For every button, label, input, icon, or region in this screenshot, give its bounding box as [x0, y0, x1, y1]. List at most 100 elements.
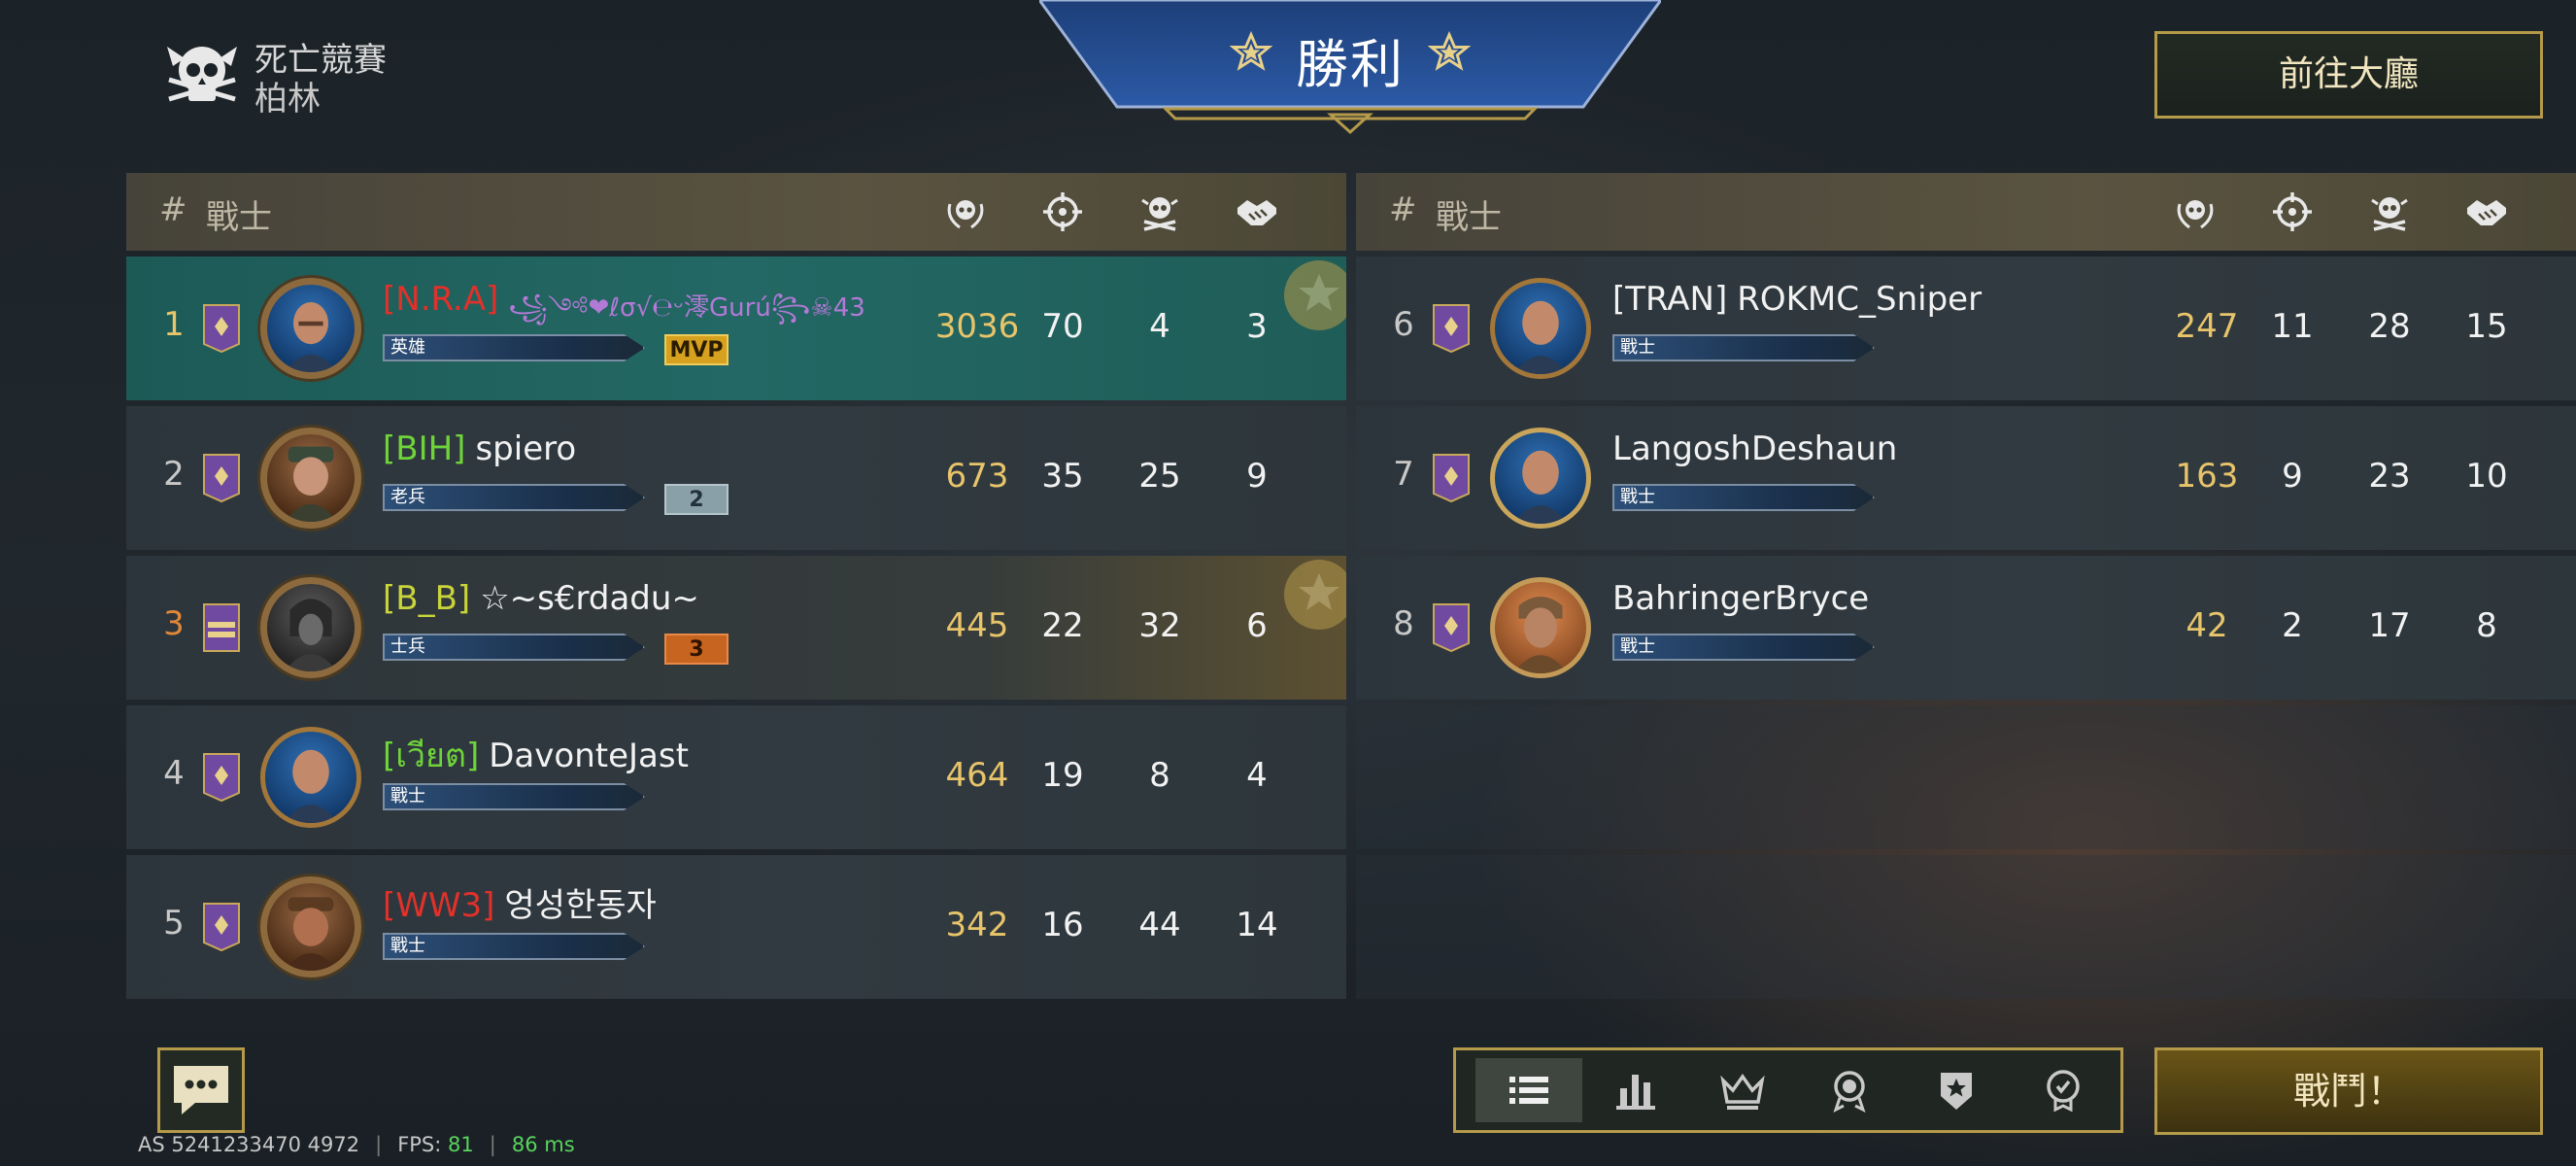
assists-value: 10 [2465, 457, 2508, 496]
go-to-lobby-button[interactable]: 前往大廳 [2154, 31, 2543, 119]
player-name: [WW3] 엉성한동자 [383, 878, 657, 926]
kills-value: 16 [1041, 906, 1084, 944]
gold-medal-icon [1284, 260, 1346, 330]
player-name: [B_B] ☆~s€rdadu~ [383, 579, 699, 618]
laurel-skull-icon [2177, 200, 2214, 229]
tab-stats[interactable] [1582, 1058, 1689, 1122]
warrior-column-header: 戰士 [206, 198, 272, 237]
fps-label: FPS: [397, 1133, 442, 1156]
chat-button[interactable] [157, 1047, 245, 1133]
title-progress-bar: 士兵 [383, 634, 645, 661]
victory-banner: 勝利 [1039, 0, 1661, 136]
avatar [1490, 577, 1591, 678]
skull-icon [167, 47, 237, 102]
deaths-value: 23 [2368, 457, 2411, 496]
skull-crossbones-icon [2371, 197, 2408, 231]
score-value: 445 [945, 606, 1009, 645]
assists-value: 4 [1246, 756, 1268, 795]
rank-number: 8 [1393, 604, 1414, 643]
score-value: 3036 [934, 307, 1020, 346]
bar-chart-icon [1616, 1075, 1655, 1110]
tab-rankings[interactable] [1689, 1058, 1796, 1122]
player-row[interactable]: 4 [เวียต] DavonteJast 戰士 464 19 8 4 [126, 705, 1346, 849]
avatar [1490, 278, 1591, 379]
player-nickname: LangoshDeshaun [1612, 429, 1898, 468]
assists-value: 8 [2476, 606, 2497, 645]
empty-row [1356, 855, 2576, 999]
rank-number: 4 [163, 754, 185, 793]
player-nickname: BahringerBryce [1612, 579, 1870, 618]
rank-number: 6 [1393, 305, 1414, 344]
player-row[interactable]: 3 [B_B] ☆~s€rdadu~ 士兵 3 445 22 32 6 [126, 556, 1346, 700]
mode-info: 死亡競賽 柏林 [165, 27, 534, 119]
player-name: BahringerBryce [1612, 579, 1869, 618]
kills-value: 19 [1041, 756, 1084, 795]
ping-value: 86 ms [511, 1133, 575, 1156]
deaths-value: 32 [1138, 606, 1181, 645]
tab-medals[interactable] [1796, 1058, 1903, 1122]
score-value: 673 [945, 457, 1009, 496]
kills-value: 70 [1041, 307, 1084, 346]
warrior-column-header: 戰士 [1436, 198, 1502, 237]
clan-tag: [BIH] [383, 429, 466, 468]
rank-badge-icon [203, 603, 240, 652]
account-id: AS 5241233470 4972 [138, 1133, 360, 1156]
player-row[interactable]: 2 [BIH] spiero 老兵 2 673 35 25 9 [126, 406, 1346, 550]
rank-badge-icon [203, 304, 240, 354]
kills-value: 22 [1041, 606, 1084, 645]
player-nickname: spiero [475, 429, 577, 468]
fps-value: 81 [448, 1133, 474, 1156]
map-name: 柏林 [254, 80, 321, 119]
player-row[interactable]: 6 [TRAN] ROKMC_Sniper 戰士 247 11 28 15 [1356, 257, 2576, 400]
player-nickname: ☆~s€rdadu~ [480, 579, 699, 618]
footer-info: AS 5241233470 4972 | FPS: 81 | 86 ms [138, 1133, 575, 1156]
kills-value: 9 [2282, 457, 2303, 496]
placement-badge: 3 [664, 634, 729, 665]
kills-value: 11 [2271, 307, 2314, 346]
player-name: LangoshDeshaun [1612, 429, 1897, 468]
crosshair-icon [2273, 192, 2312, 231]
kills-value: 35 [1041, 457, 1084, 496]
battle-button[interactable]: 戰鬥！ [2154, 1047, 2543, 1135]
tab-awards[interactable] [2010, 1058, 2117, 1122]
player-name: [BIH] spiero [383, 429, 576, 468]
rank-number: 3 [163, 604, 185, 643]
player-nickname: DavonteJast [489, 737, 689, 775]
star-icon [1428, 31, 1471, 71]
score-value: 247 [2175, 307, 2239, 346]
team-left-scoreboard: # 戰士 1 [N.R.A] ꧁༺❤ℓσ√℮ᵕ澪Gurú꧂☠43 英雄 MVP … [126, 173, 1346, 999]
award-icon [2047, 1070, 2080, 1113]
rank-badge-icon [1433, 603, 1470, 653]
team-right-scoreboard: # 戰士 6 [TRAN] ROKMC_Sniper 戰士 247 11 28 … [1356, 173, 2576, 999]
player-row[interactable]: 1 [N.R.A] ꧁༺❤ℓσ√℮ᵕ澪Gurú꧂☠43 英雄 MVP 3036 7… [126, 257, 1346, 400]
rank-column-header: # [1389, 190, 1417, 229]
rank-column-header: # [159, 190, 187, 229]
clan-tag: [เวียต] [383, 737, 480, 775]
handshake-icon [1237, 200, 1276, 225]
tab-badges[interactable] [1903, 1058, 2010, 1122]
player-row[interactable]: 7 LangoshDeshaun 戰士 163 9 23 10 [1356, 406, 2576, 550]
result-tabs [1453, 1047, 2123, 1133]
title-progress-bar: 戰士 [1612, 484, 1875, 511]
rank-badge-icon [1433, 304, 1470, 354]
player-nickname: ꧁༺❤ℓσ√℮ᵕ澪Gurú꧂☠43 [508, 293, 865, 323]
kills-value: 2 [2282, 606, 2303, 645]
avatar [260, 876, 361, 977]
player-row[interactable]: 5 [WW3] 엉성한동자 戰士 342 16 44 14 [126, 855, 1346, 999]
player-row[interactable]: 8 BahringerBryce 戰士 42 2 17 8 [1356, 556, 2576, 700]
deaths-value: 4 [1149, 307, 1170, 346]
avatar [260, 727, 361, 828]
title-progress-bar: 戰士 [383, 933, 645, 960]
assists-value: 15 [2465, 307, 2508, 346]
rank-badge-icon [203, 753, 240, 803]
laurel-skull-icon [947, 200, 984, 229]
assists-value: 9 [1246, 457, 1268, 496]
placement-badge: 2 [664, 484, 729, 515]
avatar [260, 428, 361, 529]
rank-number: 5 [163, 904, 185, 943]
clan-tag: [WW3] [383, 886, 495, 925]
deaths-value: 44 [1138, 906, 1181, 944]
rank-badge-icon [1433, 454, 1470, 503]
score-value: 163 [2175, 457, 2239, 496]
tab-scoreboard[interactable] [1475, 1058, 1582, 1122]
